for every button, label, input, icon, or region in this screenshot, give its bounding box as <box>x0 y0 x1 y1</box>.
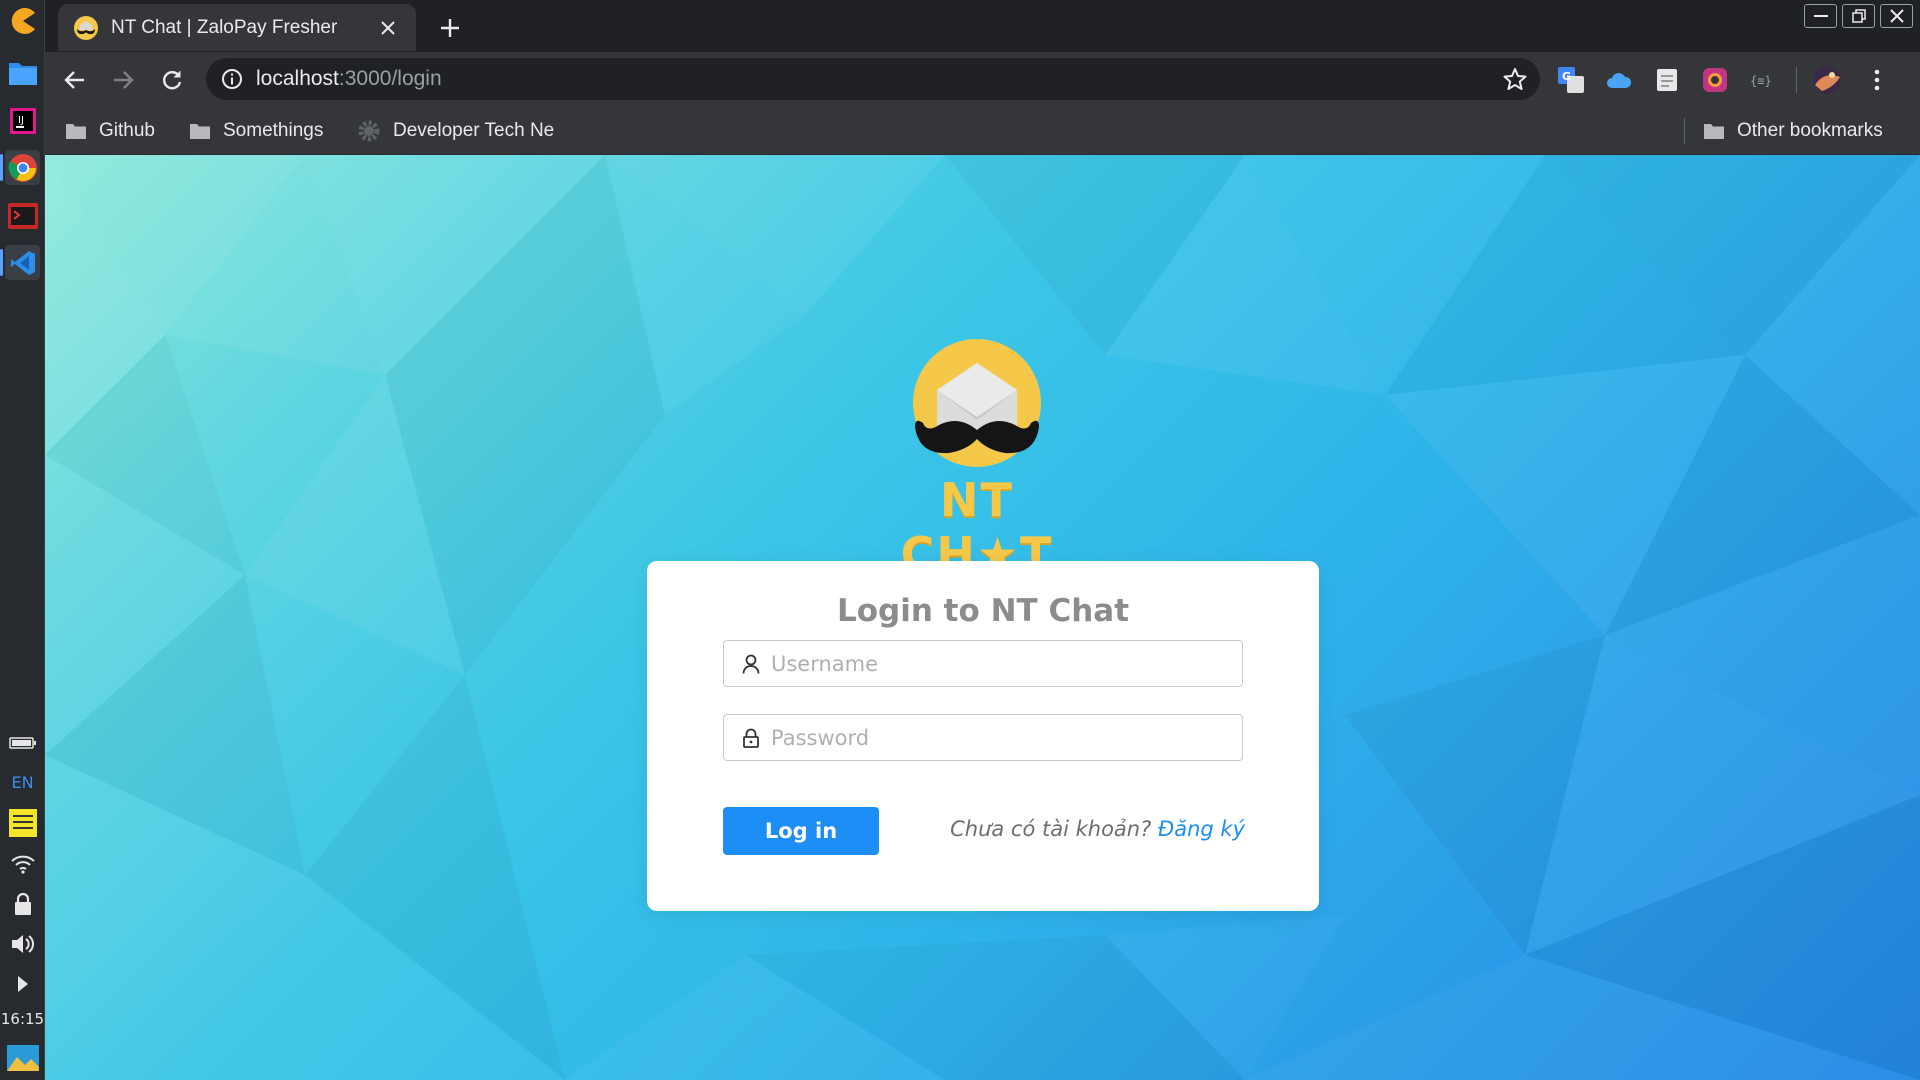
browser-tab-active[interactable]: NT Chat | ZaloPay Fresher <box>58 4 416 51</box>
forward-arrow-icon <box>114 71 134 89</box>
username-field[interactable] <box>723 640 1243 687</box>
reload-icon <box>163 71 182 90</box>
gear-icon <box>358 120 380 142</box>
intellij-icon[interactable]: IJ <box>5 103 40 138</box>
battery-icon[interactable] <box>0 733 45 753</box>
tab-title: NT Chat | ZaloPay Fresher <box>111 16 338 38</box>
password-input[interactable] <box>771 725 1231 750</box>
bookmark-folder-somethings[interactable]: Somethings <box>189 116 323 146</box>
username-input[interactable] <box>771 651 1231 676</box>
reload-button[interactable] <box>154 62 190 98</box>
volume-icon[interactable] <box>0 930 45 958</box>
svg-text:G: G <box>1562 70 1571 83</box>
folder-icon <box>66 124 86 139</box>
folder-icon <box>1704 124 1724 139</box>
svg-text:{≡}: {≡} <box>1750 74 1772 88</box>
site-info-icon[interactable] <box>220 67 244 91</box>
register-prompt: Chưa có tài khoản? Đăng ký <box>950 817 1245 841</box>
other-bookmarks-folder[interactable]: Other bookmarks <box>1703 116 1883 146</box>
forward-button[interactable] <box>105 62 141 98</box>
json-formatter-extension-icon[interactable]: {≡} <box>1747 64 1779 96</box>
expand-tray-icon[interactable] <box>0 972 45 996</box>
notes-extension-icon[interactable] <box>1651 64 1683 96</box>
profile-avatar[interactable] <box>1811 64 1843 96</box>
new-tab-button[interactable] <box>432 10 468 46</box>
instagram-extension-icon[interactable] <box>1699 64 1731 96</box>
wifi-icon[interactable] <box>0 851 45 877</box>
back-arrow-icon <box>64 71 84 89</box>
svg-text:IJ: IJ <box>18 115 24 126</box>
browser-window: NT Chat | ZaloPay Fresher localhost:3000… <box>45 0 1920 155</box>
bookmark-label: Github <box>99 120 155 141</box>
clock[interactable]: 16:15 <box>0 1008 45 1030</box>
window-restore-button[interactable] <box>1842 4 1875 28</box>
url-host: localhost <box>256 67 339 90</box>
url-text: localhost:3000/login <box>256 67 442 91</box>
other-bookmarks-label: Other bookmarks <box>1737 120 1883 141</box>
user-icon <box>741 653 761 675</box>
keyboard-language-label: EN <box>11 772 34 792</box>
window-minimize-button[interactable] <box>1804 4 1837 28</box>
terminal-app-icon[interactable] <box>5 198 40 233</box>
bookmark-label: Developer Tech Ne <box>393 120 555 141</box>
chrome-app-icon[interactable] <box>0 150 40 185</box>
login-button[interactable]: Log in <box>723 807 879 855</box>
bookmarks-separator <box>1684 118 1685 144</box>
toolbar-separator <box>1796 67 1797 93</box>
register-link[interactable]: Đăng ký <box>1158 817 1245 841</box>
bookmark-star-icon[interactable] <box>1502 66 1528 92</box>
browser-toolbar: localhost:3000/login G {≡} <box>45 52 1920 108</box>
bookmark-developer-tech-news[interactable]: Developer Tech Ne <box>357 116 607 146</box>
vscode-app-icon[interactable] <box>0 245 40 280</box>
bookmark-folder-github[interactable]: Github <box>65 116 155 146</box>
password-field[interactable] <box>723 714 1243 761</box>
address-bar[interactable]: localhost:3000/login <box>206 58 1540 100</box>
padlock-icon <box>741 727 761 749</box>
url-path: :3000/login <box>338 67 442 90</box>
cloud-extension-icon[interactable] <box>1603 64 1635 96</box>
bookmark-label: Somethings <box>223 120 324 141</box>
bookmarks-bar: Github Somethings Developer Tech Ne Othe… <box>45 108 1920 155</box>
file-manager-icon[interactable] <box>5 55 40 90</box>
pacman-app-icon[interactable] <box>5 3 40 38</box>
chrome-menu-icon[interactable] <box>1861 64 1893 96</box>
tab-close-icon[interactable] <box>375 15 401 41</box>
login-title: Login to NT Chat <box>836 593 1130 629</box>
notes-icon[interactable] <box>0 808 45 838</box>
show-desktop-icon[interactable] <box>0 1043 45 1073</box>
page-viewport: NT CH★T Login to NT Chat Log in Chưa có … <box>45 155 1920 1080</box>
lock-icon[interactable] <box>0 890 45 918</box>
folder-icon <box>190 124 210 139</box>
nt-chat-favicon-icon <box>74 15 98 40</box>
login-card: Login to NT Chat Log in Chưa có tài khoả… <box>647 561 1319 911</box>
keyboard-language[interactable]: EN <box>0 770 45 794</box>
register-prompt-text: Chưa có tài khoản? <box>950 817 1152 841</box>
google-translate-extension-icon[interactable]: G <box>1555 64 1587 96</box>
back-button[interactable] <box>57 62 93 98</box>
os-dock: IJ EN 16:15 <box>0 0 45 1080</box>
window-close-button[interactable] <box>1880 4 1913 28</box>
clock-time: 16:15 <box>0 1010 45 1028</box>
